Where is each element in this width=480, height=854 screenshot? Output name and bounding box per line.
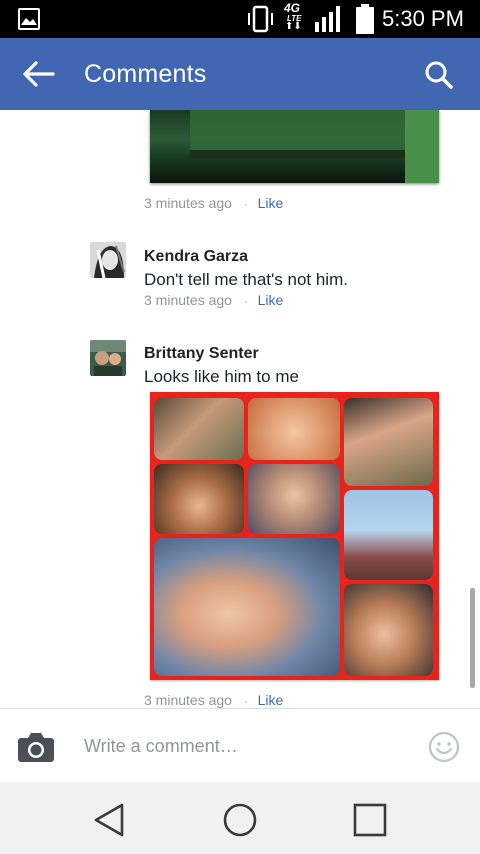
- collage-photo: [154, 398, 244, 460]
- meta-separator: ·: [243, 296, 248, 308]
- collage-photo: [248, 398, 340, 460]
- home-circle-icon[interactable]: [220, 800, 260, 840]
- comment-meta: 3 minutes ago · Like: [144, 692, 283, 708]
- comment-author[interactable]: Kendra Garza: [144, 248, 248, 266]
- comment-meta: 3 minutes ago · Like: [144, 292, 283, 308]
- comment-time: 3 minutes ago: [144, 292, 232, 308]
- network-type-label: 4G: [284, 1, 301, 15]
- status-bar: 4G LTE ⬆⬇ 5:30 PM: [0, 0, 480, 38]
- avatar[interactable]: [90, 242, 126, 278]
- comments-list: 3 minutes ago · Like Kendra Garza Don't te…: [0, 110, 480, 708]
- back-triangle-icon[interactable]: [90, 800, 130, 840]
- recents-square-icon[interactable]: [350, 800, 390, 840]
- comment-photo-collage[interactable]: [150, 392, 439, 680]
- scrollbar[interactable]: [470, 588, 475, 688]
- system-nav-bar: [0, 782, 480, 854]
- meta-separator: ·: [243, 199, 248, 211]
- collage-photo: [344, 584, 433, 676]
- comment-text: Looks like him to me: [144, 367, 299, 386]
- comment-time: 3 minutes ago: [144, 692, 232, 708]
- status-clock: 5:30 PM: [382, 6, 464, 31]
- meta-separator: ·: [243, 696, 248, 708]
- camera-icon[interactable]: [16, 731, 56, 763]
- comment-time: 3 minutes ago: [144, 195, 232, 211]
- collage-photo: [154, 538, 340, 676]
- comment-attached-photo[interactable]: [150, 110, 439, 183]
- gallery-icon: [18, 8, 40, 30]
- app-bar: Comments: [0, 38, 480, 110]
- page-title: Comments: [84, 60, 207, 88]
- collage-photo: [248, 464, 340, 534]
- signal-icon: [315, 6, 340, 32]
- comment-text: Don't tell me that's not him.: [144, 270, 348, 289]
- collage-photo: [344, 398, 433, 486]
- avatar[interactable]: [90, 340, 126, 376]
- comment-author[interactable]: Brittany Senter: [144, 345, 259, 363]
- vibrate-icon: [248, 5, 273, 33]
- collage-photo: [344, 490, 433, 580]
- like-link[interactable]: Like: [258, 195, 284, 211]
- data-activity-icon: ⬆⬇: [285, 21, 302, 32]
- collage-photo: [154, 464, 244, 534]
- like-link[interactable]: Like: [258, 692, 284, 708]
- comment-composer: [0, 708, 480, 782]
- comment-meta: 3 minutes ago · Like: [144, 195, 283, 211]
- emoji-icon[interactable]: [428, 731, 460, 763]
- like-link[interactable]: Like: [258, 292, 284, 308]
- comment-input[interactable]: [84, 731, 404, 761]
- search-icon[interactable]: [424, 60, 454, 90]
- battery-icon: [356, 4, 374, 34]
- back-arrow-icon[interactable]: [22, 60, 56, 88]
